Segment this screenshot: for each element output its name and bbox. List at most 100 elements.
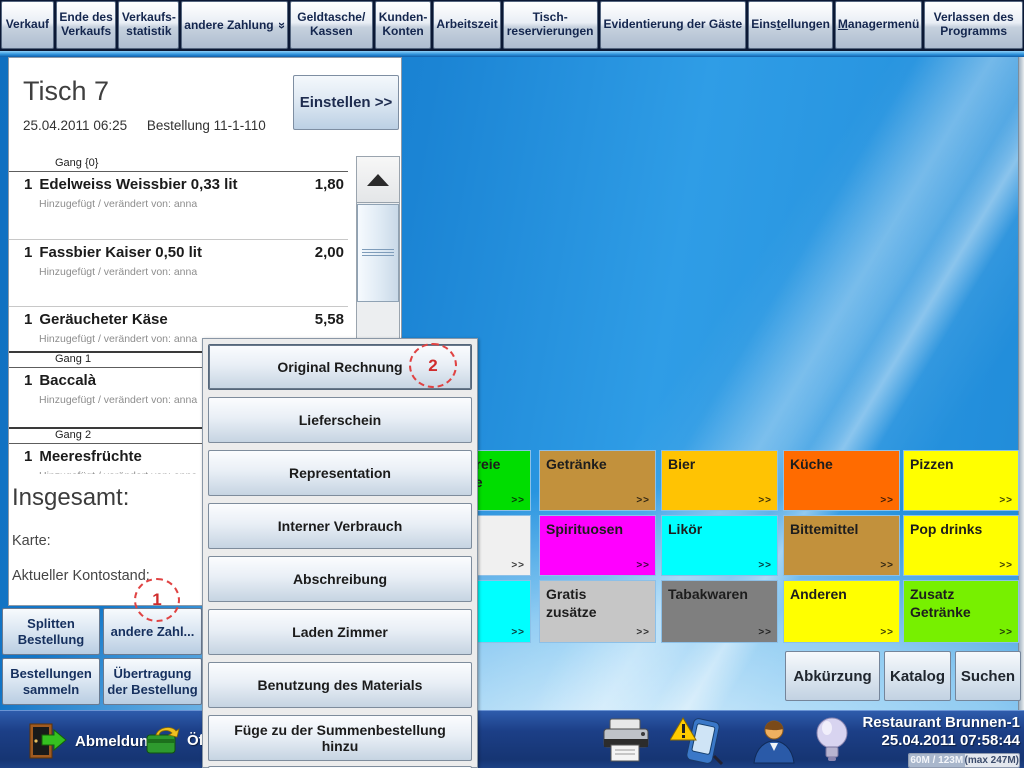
wallet-icon — [146, 725, 180, 755]
more-chevron-icon: >> — [511, 494, 525, 507]
item-qty: 1 — [24, 176, 32, 193]
open-drawer-button[interactable]: Öff — [146, 725, 209, 755]
lightbulb-icon[interactable] — [810, 715, 854, 765]
order-section: Gang {0} 1 Edelweiss Weissbier 0,33 lit 1… — [9, 157, 348, 351]
category-pizzen[interactable]: Pizzen>> — [903, 450, 1019, 511]
memory-used: 60M / 123M — [909, 754, 965, 767]
pos-screen: Verkauf Ende des Verkaufs Verkaufs-stati… — [0, 0, 1024, 768]
category-anderen[interactable]: Anderen>> — [783, 580, 900, 643]
taskbar: Abmeldung Öff — [0, 710, 1024, 768]
more-chevron-icon: >> — [636, 559, 650, 572]
order-subtitle: 25.04.2011 06:25 Bestellung 11-1-110 — [23, 118, 266, 133]
item-note: Hinzugefügt / verändert von: anna — [39, 266, 348, 278]
more-chevron-icon: >> — [999, 559, 1013, 572]
user-icon[interactable] — [748, 717, 800, 765]
category-pop-drinks[interactable]: Pop drinks>> — [903, 515, 1019, 576]
menu-item-ende-des-verkaufs[interactable]: Ende des Verkaufs — [56, 1, 117, 49]
more-chevron-icon: >> — [758, 559, 772, 572]
item-qty: 1 — [24, 448, 32, 465]
scrollbar-thumb[interactable] — [357, 204, 399, 302]
order-datetime: 25.04.2011 06:25 — [23, 118, 127, 133]
collect-orders-button[interactable]: Bestellungen sammeln — [2, 658, 100, 705]
category-gratis-zusaetze[interactable]: Gratis zusätze>> — [539, 580, 656, 643]
item-price: 2,00 — [315, 244, 344, 261]
menu-item-verlassen-des-programms[interactable]: Verlassen des Programms — [924, 1, 1023, 49]
menu-item-evidentierung-der-gaeste[interactable]: Evidentierung der Gäste — [600, 1, 747, 49]
category-bier[interactable]: Bier>> — [661, 450, 778, 511]
menu-item-andere-zahlung[interactable]: andere Zahlung» — [181, 1, 288, 49]
category-likoer[interactable]: Likör>> — [661, 515, 778, 576]
category-spirituosen[interactable]: Spirituosen>> — [539, 515, 656, 576]
menu-item-managermenue[interactable]: Managermenü — [835, 1, 922, 49]
scroll-up-icon — [367, 174, 389, 186]
annotation-circle-2: 2 — [409, 343, 457, 388]
more-chevron-icon: >> — [511, 626, 525, 639]
memory-usage-bar: 60M / 123M (max 247M) — [908, 753, 1020, 768]
popup-item-benutzung-des-materials[interactable]: Benutzung des Materials — [208, 662, 472, 708]
item-name: Meeresfrüchte — [39, 448, 142, 465]
double-chevron-down-icon: » — [274, 21, 289, 28]
more-chevron-icon: >> — [880, 494, 894, 507]
more-chevron-icon: >> — [636, 626, 650, 639]
category-bittemittel[interactable]: Bittemittel>> — [783, 515, 900, 576]
menu-item-tischreservierungen[interactable]: Tisch-reservierungen — [503, 1, 598, 49]
menu-item-geldtasche-kassen[interactable]: Geldtasche/ Kassen — [290, 1, 373, 49]
order-item[interactable]: 1 Edelweiss Weissbier 0,33 lit 1,80 Hinzu… — [9, 172, 348, 239]
popup-item-lieferschein[interactable]: Lieferschein — [208, 397, 472, 443]
more-chevron-icon: >> — [758, 626, 772, 639]
item-qty: 1 — [24, 372, 32, 389]
shortcut-button[interactable]: Abkürzung — [785, 651, 880, 701]
item-name: Fassbier Kaiser 0,50 lit — [39, 244, 202, 261]
popup-item-fuege-summenbestellung[interactable]: Füge zu der Summenbestellung hinzu — [208, 715, 472, 761]
printer-icon[interactable] — [598, 715, 654, 765]
category-getraenke[interactable]: Getränke>> — [539, 450, 656, 511]
taskbar-datetime: 25.04.2011 07:58:44 — [862, 732, 1020, 750]
more-chevron-icon: >> — [880, 626, 894, 639]
logout-door-icon — [28, 723, 68, 759]
category-kueche[interactable]: Küche>> — [783, 450, 900, 511]
item-name: Baccalà — [39, 372, 96, 389]
split-order-button[interactable]: Splitten Bestellung — [2, 608, 100, 655]
menu-item-arbeitszeit[interactable]: Arbeitszeit — [433, 1, 500, 49]
search-button[interactable]: Suchen — [955, 651, 1021, 701]
menu-item-kunden-konten[interactable]: Kunden-Konten — [375, 1, 432, 49]
order-item[interactable]: 1 Fassbier Kaiser 0,50 lit 2,00 Hinzugefü… — [9, 239, 348, 306]
gang-header: Gang {0} — [9, 157, 348, 172]
table-title: Tisch 7 — [23, 76, 109, 107]
menu-divider-strip — [0, 51, 1024, 57]
more-chevron-icon: >> — [636, 494, 650, 507]
catalog-button[interactable]: Katalog — [884, 651, 951, 701]
item-price: 5,58 — [315, 311, 344, 328]
item-name: Edelweiss Weissbier 0,33 lit — [39, 176, 237, 193]
menu-item-einstellungen[interactable]: Einstellungen — [748, 1, 833, 49]
popup-item-representation[interactable]: Representation — [208, 450, 472, 496]
item-name: Geräucheter Käse — [39, 311, 167, 328]
annotation-circle-1: 1 — [134, 578, 180, 622]
menu-item-verkaufsstatistik[interactable]: Verkaufs-statistik — [118, 1, 179, 49]
popup-item-interner-verbrauch[interactable]: Interner Verbrauch — [208, 503, 472, 549]
status-block: Restaurant Brunnen-1 25.04.2011 07:58:44… — [862, 714, 1020, 768]
settings-button[interactable]: Einstellen >> — [293, 75, 399, 130]
transfer-order-button[interactable]: Übertragung der Bestellung — [103, 658, 202, 705]
scrollbar-grip-icon — [362, 249, 394, 257]
more-chevron-icon: >> — [880, 559, 894, 572]
memory-max: (max 247M) — [965, 754, 1019, 767]
logout-button[interactable]: Abmeldung — [28, 723, 158, 759]
order-number: Bestellung 11-1-110 — [147, 118, 266, 133]
popup-item-abschreibung[interactable]: Abschreibung — [208, 556, 472, 602]
top-menu-bar: Verkauf Ende des Verkaufs Verkaufs-stati… — [0, 0, 1024, 51]
item-qty: 1 — [24, 311, 32, 328]
item-note: Hinzugefügt / verändert von: anna — [39, 198, 348, 210]
item-price: 1,80 — [315, 176, 344, 193]
category-zusatz-getraenke[interactable]: Zusatz Getränke>> — [903, 580, 1019, 643]
restaurant-name: Restaurant Brunnen-1 — [862, 714, 1020, 732]
scroll-up-button[interactable] — [357, 157, 399, 203]
category-tabakwaren[interactable]: Tabakwaren>> — [661, 580, 778, 643]
more-chevron-icon: >> — [999, 494, 1013, 507]
popup-item-laden-zimmer[interactable]: Laden Zimmer — [208, 609, 472, 655]
item-qty: 1 — [24, 244, 32, 261]
menu-item-verkauf[interactable]: Verkauf — [1, 1, 54, 49]
more-chevron-icon: >> — [999, 626, 1013, 639]
payment-options-popup: Original Rechnung Lieferschein Represent… — [202, 338, 478, 768]
mobile-device-warning-icon[interactable] — [670, 716, 728, 766]
